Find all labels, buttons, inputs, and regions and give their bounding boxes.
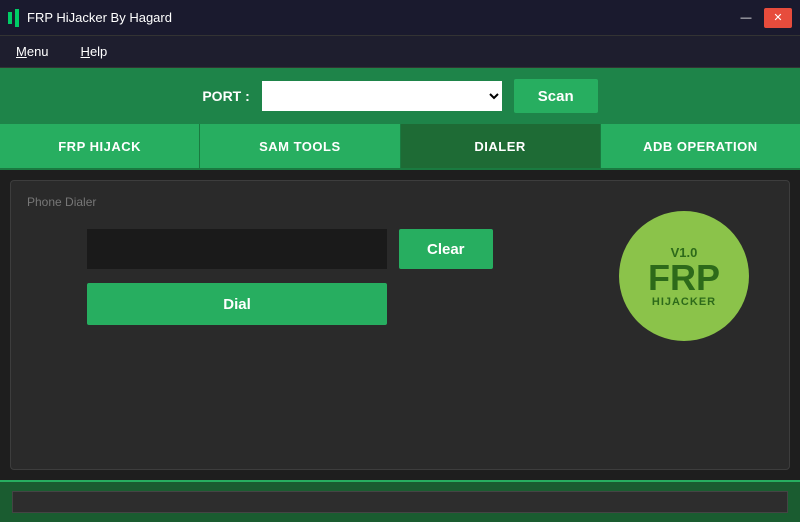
minimize-button[interactable]: — [732, 8, 760, 28]
main-area: Phone Dialer Clear Dial V1.0 FRP HIJACKE… [0, 170, 800, 480]
port-label: PORT : [202, 88, 249, 104]
menu-label: Menu [16, 44, 49, 59]
tab-frp-hijack[interactable]: FRP HIJACK [0, 124, 200, 168]
menu-bar: Menu Help [0, 36, 800, 68]
frp-logo: V1.0 FRP HIJACKER [619, 211, 749, 341]
dial-button[interactable]: Dial [87, 283, 387, 325]
dialer-panel: Phone Dialer Clear Dial V1.0 FRP HIJACKE… [10, 180, 790, 470]
menu-menu-item[interactable]: Menu [10, 40, 55, 63]
tab-dialer-label: DIALER [474, 139, 525, 154]
port-bar: PORT : COM1 COM2 COM3 Scan [0, 68, 800, 124]
clear-button[interactable]: Clear [399, 229, 493, 269]
status-bar [12, 491, 788, 513]
help-label: Help [81, 44, 108, 59]
tab-bar: FRP HIJACK SAM TOOLS DIALER ADB OPERATIO… [0, 124, 800, 170]
port-select[interactable]: COM1 COM2 COM3 [262, 81, 502, 111]
window-title: FRP HiJacker By Hagard [27, 10, 172, 25]
phone-input[interactable] [87, 229, 387, 269]
tab-adb-operation-label: ADB OPERATION [643, 139, 758, 154]
app-icon [8, 9, 19, 27]
help-menu-item[interactable]: Help [75, 40, 114, 63]
window-controls: — ✕ [732, 8, 792, 28]
title-bar-left: FRP HiJacker By Hagard [8, 9, 172, 27]
frp-hijacker-text: HIJACKER [652, 296, 716, 308]
title-bar: FRP HiJacker By Hagard — ✕ [0, 0, 800, 36]
tab-dialer[interactable]: DIALER [401, 124, 601, 168]
app-window: FRP HiJacker By Hagard — ✕ Menu Help POR… [0, 0, 800, 522]
close-button[interactable]: ✕ [764, 8, 792, 28]
frp-text: FRP [648, 260, 720, 296]
tab-sam-tools[interactable]: SAM TOOLS [200, 124, 400, 168]
scan-button[interactable]: Scan [514, 79, 598, 113]
tab-frp-hijack-label: FRP HIJACK [58, 139, 141, 154]
section-label: Phone Dialer [27, 195, 773, 209]
tab-adb-operation[interactable]: ADB OPERATION [601, 124, 800, 168]
bottom-bar [0, 480, 800, 522]
tab-sam-tools-label: SAM TOOLS [259, 139, 341, 154]
